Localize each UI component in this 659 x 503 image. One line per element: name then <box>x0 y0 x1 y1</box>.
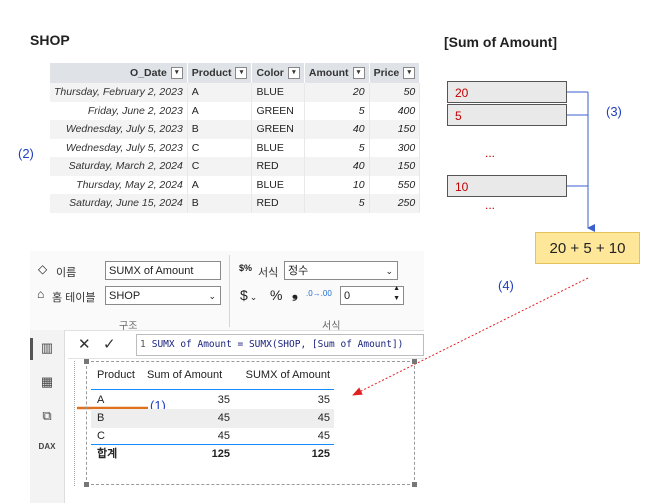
tag-icon: ◇ <box>38 262 48 276</box>
matrix-total-row[interactable]: 합계 125 125 <box>91 445 334 464</box>
chevron-down-icon: ⌄ <box>385 266 393 276</box>
formula-editor[interactable]: 1 SUMX of Amount = SUMX(SHOP, [Sum of Amo… <box>136 334 424 356</box>
home-table-label: 홈 테이블 <box>52 292 96 304</box>
format-caption: 서식 <box>322 321 341 332</box>
active-view-indicator <box>30 338 33 360</box>
format-value: 정수 <box>288 265 309 277</box>
format-select[interactable]: 정수 ⌄ <box>284 261 398 280</box>
decimals-value: 0 <box>344 290 351 302</box>
decimals-stepper[interactable]: 0 ▲ ▼ <box>340 284 404 305</box>
matrix-cell-product: A <box>97 394 105 406</box>
dax-query-view-icon[interactable]: DAX <box>38 442 56 460</box>
table-row[interactable]: B 45 45 <box>91 409 334 428</box>
matrix-total-label: 합계 <box>97 448 118 460</box>
line-number: 1 <box>140 339 146 350</box>
chevron-down-icon: ⌄ <box>208 291 216 301</box>
chevron-down-icon: ⌄ <box>249 292 258 302</box>
matrix-cell-sumx: 45 <box>317 412 330 424</box>
home-icon: ⌂ <box>37 287 45 301</box>
bracket-line <box>567 91 595 232</box>
report-view-icon[interactable]: ▥ <box>38 340 56 358</box>
currency-icon: $ <box>240 287 248 303</box>
matrix-header-sumx-of-amount[interactable]: SUMX of Amount <box>246 366 330 385</box>
table-row[interactable]: A 35 35 <box>91 391 334 410</box>
resize-handle[interactable] <box>84 359 89 364</box>
structure-caption: 구조 <box>119 321 138 332</box>
table-view-icon[interactable]: ▦ <box>38 374 56 392</box>
percent-button[interactable]: % <box>270 287 282 303</box>
resize-handle[interactable] <box>412 359 417 364</box>
resize-handle[interactable] <box>412 482 417 487</box>
stepper-arrows-icon[interactable]: ▲ ▼ <box>393 284 400 304</box>
matrix-header-row: Product Sum of Amount SUMX of Amount <box>91 366 334 385</box>
matrix-header-divider <box>91 389 334 390</box>
matrix-cell-product: B <box>97 412 105 424</box>
dax-formula: SUMX of Amount = SUMX(SHOP, [Sum of Amou… <box>151 339 404 350</box>
view-sidebar: ▥ ▦ ⧉ DAX <box>30 330 65 503</box>
matrix-cell-sum: 45 <box>217 412 230 424</box>
commit-button[interactable]: ✓ <box>103 335 116 353</box>
matrix-header-product[interactable]: Product <box>97 366 135 385</box>
canvas-dotted-guide <box>74 361 75 486</box>
resize-handle[interactable] <box>84 482 89 487</box>
formula-bar: ✕ ✓ 1 SUMX of Amount = SUMX(SHOP, [Sum of… <box>68 332 424 359</box>
home-table-value: SHOP <box>109 290 141 302</box>
matrix-cell-sumx: 35 <box>317 394 330 406</box>
cancel-button[interactable]: ✕ <box>78 335 91 353</box>
matrix-cell-sum: 35 <box>217 394 230 406</box>
measure-name-input[interactable]: SUMX of Amount <box>105 261 221 280</box>
matrix-header-sum-of-amount[interactable]: Sum of Amount <box>147 366 222 385</box>
decimal-places-icon[interactable]: .0→.00 <box>306 289 332 298</box>
matrix-total-sum: 125 <box>211 448 230 460</box>
currency-button[interactable]: $ ⌄ <box>240 287 257 303</box>
format-label: 서식 <box>258 267 279 279</box>
matrix-total-sumx: 125 <box>311 448 330 460</box>
name-label: 이름 <box>56 267 77 279</box>
ribbon-divider <box>229 255 230 327</box>
format-icon: $% <box>239 263 253 273</box>
home-table-select[interactable]: SHOP ⌄ <box>105 286 221 305</box>
thousands-separator-button[interactable]: ❟ <box>292 285 298 302</box>
model-view-icon[interactable]: ⧉ <box>38 408 56 426</box>
